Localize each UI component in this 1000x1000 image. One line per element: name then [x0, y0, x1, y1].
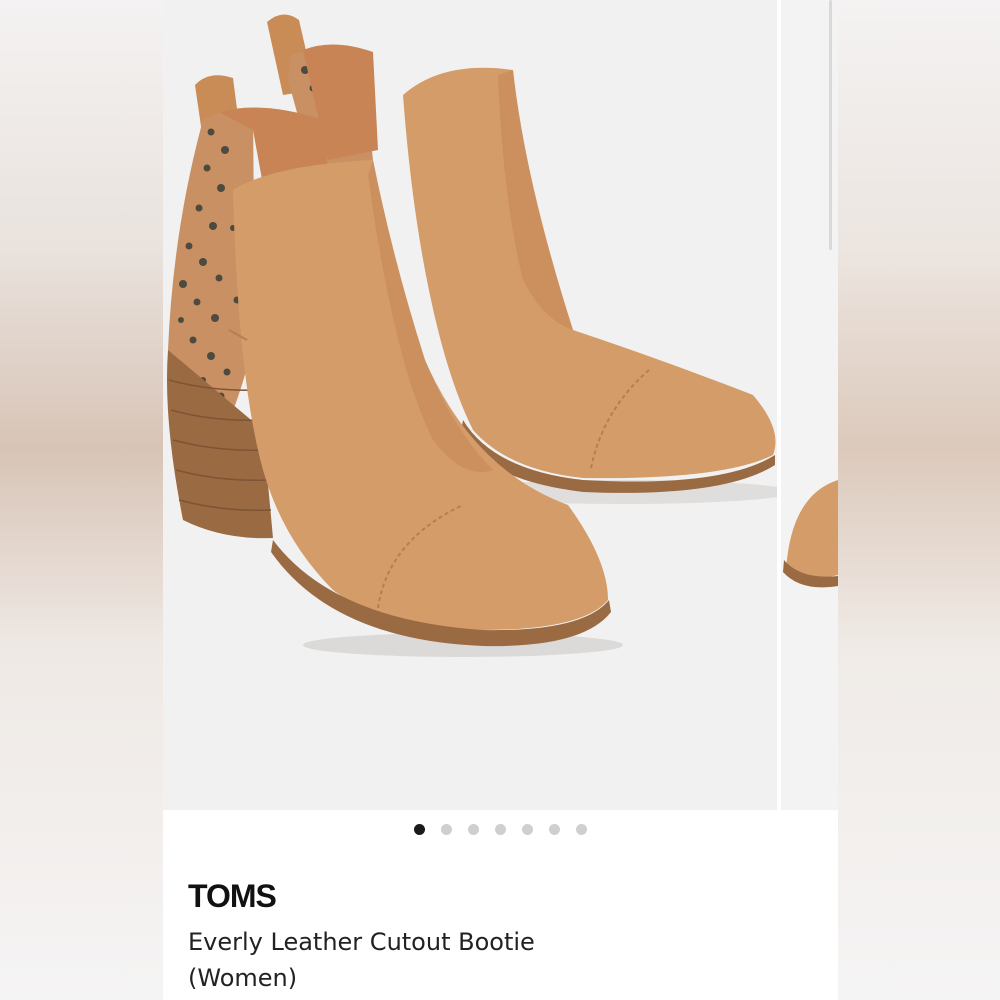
brand-name[interactable]: TOMS [188, 878, 277, 915]
blurred-background-left [0, 0, 163, 1000]
pagination-dot-4[interactable] [495, 824, 506, 835]
pagination-dot-5[interactable] [522, 824, 533, 835]
blurred-background-right [838, 0, 1000, 1000]
product-image[interactable] [163, 0, 777, 810]
pagination-dot-6[interactable] [549, 824, 560, 835]
pagination-dot-1[interactable] [414, 824, 425, 835]
product-card: TOMS Everly Leather Cutout Bootie (Women… [163, 0, 838, 1000]
product-image-carousel[interactable] [163, 0, 838, 810]
product-title: Everly Leather Cutout Bootie (Women) [188, 928, 535, 992]
pagination-dot-7[interactable] [576, 824, 587, 835]
pagination-dot-2[interactable] [441, 824, 452, 835]
scroll-indicator [829, 0, 832, 250]
carousel-pagination [163, 824, 838, 838]
pagination-dot-3[interactable] [468, 824, 479, 835]
